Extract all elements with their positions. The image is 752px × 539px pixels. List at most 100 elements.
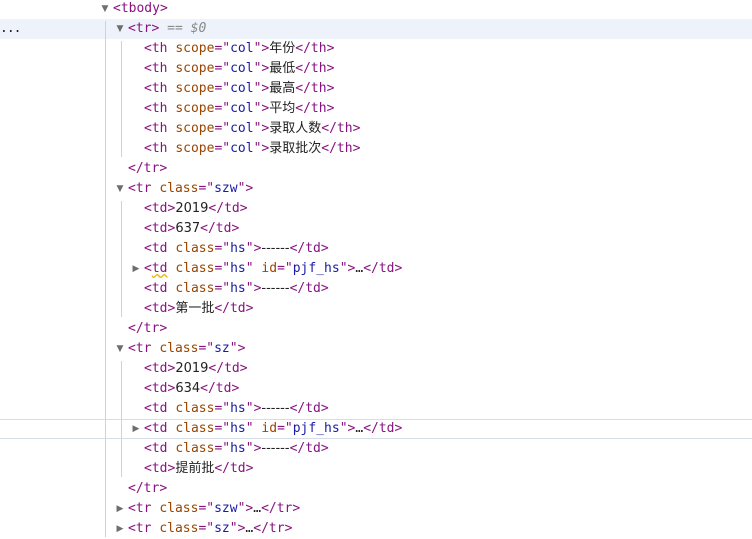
tag-bracket: < xyxy=(144,241,152,256)
node-markup: <tr> == $0 xyxy=(128,19,206,39)
dom-node-line[interactable]: <td>提前批</td> xyxy=(0,459,752,479)
tag-bracket: > xyxy=(239,361,248,376)
collapsed-ellipsis[interactable]: … xyxy=(355,261,363,276)
dom-node-line[interactable]: ▼ <tbody> xyxy=(0,0,752,19)
collapsed-ellipsis[interactable]: … xyxy=(253,501,261,516)
collapsed-ellipsis[interactable]: … xyxy=(355,421,363,436)
tag-bracket: < xyxy=(144,221,152,236)
tag-bracket: < xyxy=(128,21,136,36)
dom-node-line[interactable]: ▶ <tr class="sz">…</tr> xyxy=(0,519,752,539)
tag-bracket: < xyxy=(144,301,152,316)
dom-node-line[interactable]: <th scope="col">录取批次</th> xyxy=(0,139,752,159)
dom-node-close-line[interactable]: </tr> xyxy=(0,159,752,179)
tag-name: td xyxy=(151,241,168,256)
tag-name: td xyxy=(305,441,321,456)
tag-name: td xyxy=(305,401,321,416)
tag-bracket: > xyxy=(159,161,168,176)
dom-node-line[interactable]: <th scope="col">录取人数</th> xyxy=(0,119,752,139)
attribute-name: class xyxy=(159,181,199,196)
dom-node-line[interactable]: ▶ <tr class="szw">…</tr> xyxy=(0,499,752,519)
tag-bracket: </ xyxy=(214,301,230,316)
node-markup: <th scope="col">平均</th> xyxy=(144,99,334,119)
collapse-triangle-icon[interactable]: ▶ xyxy=(131,420,141,440)
tag-bracket: < xyxy=(144,41,152,56)
dom-node-close-line[interactable]: </tr> xyxy=(0,479,752,499)
dom-node-line[interactable]: ▶ <td class="hs" id="pjf_hs">…</td> xyxy=(0,259,752,279)
dom-node-line[interactable]: <td class="hs">------</td> xyxy=(0,439,752,459)
expand-triangle-icon[interactable]: ▼ xyxy=(100,0,110,19)
node-markup: <td>提前批</td> xyxy=(144,459,253,479)
attribute-quote: =" xyxy=(214,401,231,416)
tag-name: th xyxy=(151,141,168,156)
tag-name: th xyxy=(310,101,327,116)
collapse-triangle-icon[interactable]: ▶ xyxy=(115,499,125,519)
tag-bracket: < xyxy=(144,381,152,396)
attribute-value: pjf_hs xyxy=(292,261,340,276)
node-text: 最高 xyxy=(269,81,296,96)
node-markup: <td class="hs" id="pjf_hs">…</td> xyxy=(144,420,402,438)
tag-bracket: > xyxy=(159,481,168,496)
collapse-triangle-icon[interactable]: ▶ xyxy=(131,259,141,279)
tag-bracket: < xyxy=(144,141,152,156)
node-markup: <td class="hs">------</td> xyxy=(144,239,329,259)
tag-bracket: > xyxy=(326,41,335,56)
attribute-value: szw xyxy=(214,181,238,196)
tag-bracket: > xyxy=(352,121,361,136)
node-markup: <td>634</td> xyxy=(144,379,239,399)
node-actions-icon[interactable]: ... xyxy=(0,19,22,39)
node-markup: <td>2019</td> xyxy=(144,359,248,379)
tag-bracket: < xyxy=(128,501,136,516)
tag-bracket: > xyxy=(326,101,335,116)
node-markup: <th scope="col">最低</th> xyxy=(144,59,334,79)
attribute-name: scope xyxy=(175,141,215,156)
dom-node-line[interactable]: ▼ <tr class="szw"> xyxy=(0,179,752,199)
dom-node-line[interactable]: <td>637</td> xyxy=(0,219,752,239)
attribute-quote: =" xyxy=(198,181,215,196)
dom-node-line[interactable]: <th scope="col">最低</th> xyxy=(0,59,752,79)
tag-bracket: > xyxy=(231,381,240,396)
attribute-value: szw xyxy=(214,501,238,516)
dom-node-line[interactable]: <th scope="col">最高</th> xyxy=(0,79,752,99)
tag-name: td xyxy=(224,201,240,216)
tag-name: td xyxy=(151,301,168,316)
dom-node-line[interactable]: <td class="hs">------</td> xyxy=(0,239,752,259)
tag-name: td xyxy=(151,261,168,276)
node-markup: <tr class="sz">…</tr> xyxy=(128,519,292,539)
node-markup: </tr> xyxy=(128,479,167,499)
expand-triangle-icon[interactable]: ▼ xyxy=(115,19,125,39)
dom-node-line[interactable]: ▶ <td class="hs" id="pjf_hs">…</td> xyxy=(0,419,752,439)
expand-triangle-icon[interactable]: ▼ xyxy=(115,179,125,199)
attribute-name: class xyxy=(175,261,215,276)
attribute-value: hs xyxy=(230,401,246,416)
dom-node-line[interactable]: <td class="hs">------</td> xyxy=(0,399,752,419)
attribute-value: col xyxy=(230,121,254,136)
attribute-quote: " xyxy=(339,421,348,436)
dom-node-line[interactable]: <td class="hs">------</td> xyxy=(0,279,752,299)
node-markup: <td>第一批</td> xyxy=(144,299,253,319)
tag-name: th xyxy=(310,61,327,76)
attribute-quote: =" xyxy=(214,141,231,156)
dom-node-line[interactable]: ▼ <tr class="sz"> xyxy=(0,339,752,359)
dom-node-line[interactable]: <td>2019</td> xyxy=(0,199,752,219)
attribute-name: id xyxy=(261,261,278,276)
attribute-quote: =" xyxy=(198,521,215,536)
expand-triangle-icon[interactable]: ▼ xyxy=(115,339,125,359)
dom-node-line[interactable]: <td>634</td> xyxy=(0,379,752,399)
node-text: ------ xyxy=(261,401,290,416)
tag-name: td xyxy=(215,221,232,236)
dom-node-line[interactable]: <th scope="col">年份</th> xyxy=(0,39,752,59)
dom-node-close-line[interactable]: </tr> xyxy=(0,319,752,339)
tag-bracket: > xyxy=(292,501,301,516)
tag-bracket: > xyxy=(245,181,254,196)
tag-name: td xyxy=(151,221,168,236)
tag-name: td xyxy=(151,381,168,396)
tag-bracket: > xyxy=(326,81,335,96)
collapse-triangle-icon[interactable]: ▶ xyxy=(115,519,125,539)
dom-node-line[interactable]: <td>第一批</td> xyxy=(0,299,752,319)
dom-node-line[interactable]: ... ▼ <tr> == $0 xyxy=(0,19,752,39)
tag-name: td xyxy=(229,301,246,316)
tag-bracket: < xyxy=(144,401,152,416)
tag-bracket: > xyxy=(245,461,254,476)
dom-node-line[interactable]: <th scope="col">平均</th> xyxy=(0,99,752,119)
dom-node-line[interactable]: <td>2019</td> xyxy=(0,359,752,379)
